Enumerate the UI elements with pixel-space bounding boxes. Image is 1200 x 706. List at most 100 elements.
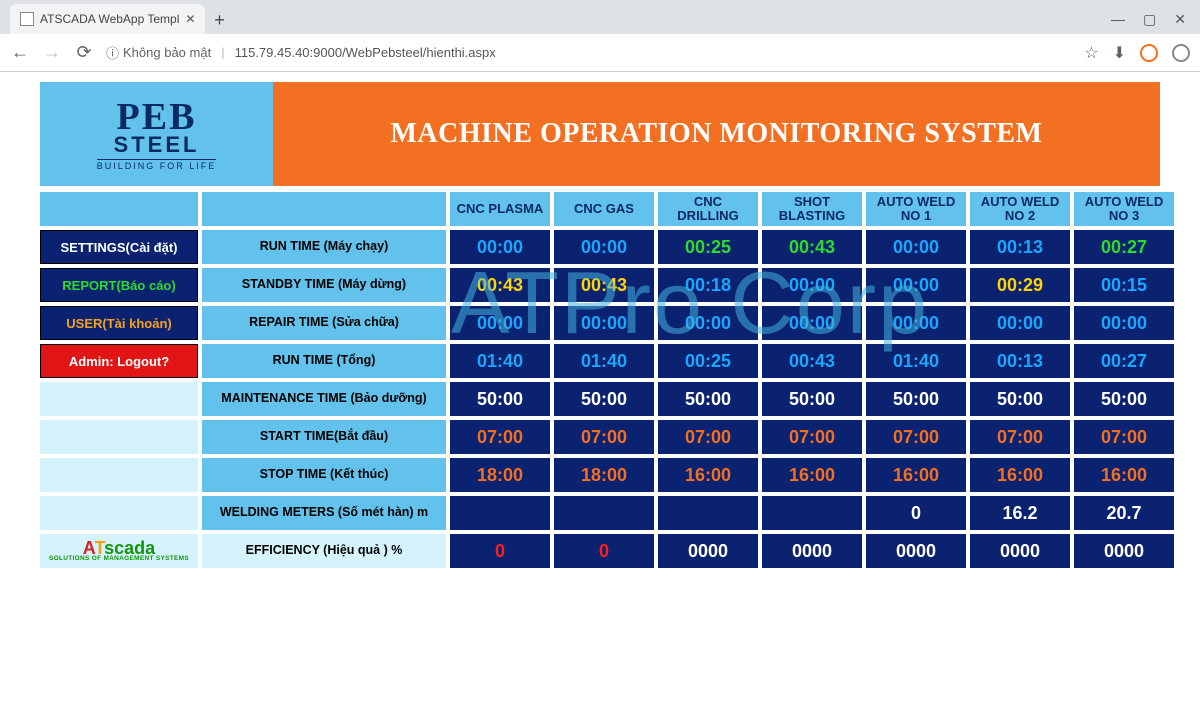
value-r7-c0 — [450, 496, 550, 530]
peb-logo-line1: PEB — [97, 98, 217, 136]
sidebar-empty — [40, 420, 198, 454]
value-r7-c1 — [554, 496, 654, 530]
settings-button[interactable]: SETTINGS(Cài đặt) — [40, 230, 198, 264]
value-r8-c5: 0000 — [970, 534, 1070, 568]
value-r7-c3 — [762, 496, 862, 530]
value-r5-c6: 07:00 — [1074, 420, 1174, 454]
tab-bar: ATSCADA WebApp Templ ✕ + — ▢ ✕ — [0, 0, 1200, 34]
value-r6-c4: 16:00 — [866, 458, 966, 492]
browser-chrome: ATSCADA WebApp Templ ✕ + — ▢ ✕ ← → ⟳ ⓘ K… — [0, 0, 1200, 72]
insecure-badge: ⓘ Không bảo mật — [106, 43, 211, 62]
value-r3-c0: 01:40 — [450, 344, 550, 378]
new-tab-button[interactable]: + — [205, 6, 233, 34]
value-r8-c4: 0000 — [866, 534, 966, 568]
url-text: 115.79.45.40:9000/WebPebsteel/hienthi.as… — [235, 45, 496, 60]
value-r8-c1: 0 — [554, 534, 654, 568]
value-r0-c5: 00:13 — [970, 230, 1070, 264]
data-grid: CNC PLASMACNC GASCNC DRILLINGSHOT BLASTI… — [40, 192, 1160, 568]
page-content: PEB STEEL BUILDING FOR LIFE MACHINE OPER… — [0, 72, 1200, 578]
value-r7-c6: 20.7 — [1074, 496, 1174, 530]
value-r4-c3: 50:00 — [762, 382, 862, 416]
close-window-icon[interactable]: ✕ — [1174, 11, 1186, 28]
header-band: PEB STEEL BUILDING FOR LIFE MACHINE OPER… — [40, 82, 1160, 186]
value-r6-c1: 18:00 — [554, 458, 654, 492]
value-r4-c1: 50:00 — [554, 382, 654, 416]
column-header-5: AUTO WELD NO 2 — [970, 192, 1070, 226]
row-label-4: MAINTENANCE TIME (Bảo dưỡng) — [202, 382, 446, 416]
value-r3-c5: 00:13 — [970, 344, 1070, 378]
value-r2-c6: 00:00 — [1074, 306, 1174, 340]
value-r3-c2: 00:25 — [658, 344, 758, 378]
value-r5-c2: 07:00 — [658, 420, 758, 454]
value-r2-c4: 00:00 — [866, 306, 966, 340]
value-r4-c4: 50:00 — [866, 382, 966, 416]
value-r0-c0: 00:00 — [450, 230, 550, 264]
page-title: MACHINE OPERATION MONITORING SYSTEM — [273, 82, 1160, 186]
value-r2-c0: 00:00 — [450, 306, 550, 340]
logout-button[interactable]: Admin: Logout? — [40, 344, 198, 378]
value-r0-c2: 00:25 — [658, 230, 758, 264]
close-tab-icon[interactable]: ✕ — [185, 12, 195, 26]
value-r1-c3: 00:00 — [762, 268, 862, 302]
sidebar-empty — [40, 458, 198, 492]
row-label-1: STANDBY TIME (Máy dừng) — [202, 268, 446, 302]
value-r8-c2: 0000 — [658, 534, 758, 568]
value-r0-c1: 00:00 — [554, 230, 654, 264]
insecure-label: Không bảo mật — [123, 45, 211, 60]
value-r3-c6: 00:27 — [1074, 344, 1174, 378]
download-icon[interactable]: ⬇ — [1113, 43, 1126, 63]
value-r5-c4: 07:00 — [866, 420, 966, 454]
value-r6-c2: 16:00 — [658, 458, 758, 492]
star-icon[interactable]: ☆ — [1084, 43, 1098, 63]
forward-button[interactable]: → — [42, 42, 62, 63]
value-r3-c4: 01:40 — [866, 344, 966, 378]
report-button[interactable]: REPORT(Báo cáo) — [40, 268, 198, 302]
value-r7-c4: 0 — [866, 496, 966, 530]
info-icon: ⓘ — [106, 43, 119, 62]
value-r8-c3: 0000 — [762, 534, 862, 568]
reload-button[interactable]: ⟳ — [74, 42, 94, 63]
column-header-0: CNC PLASMA — [450, 192, 550, 226]
column-header-6: AUTO WELD NO 3 — [1074, 192, 1174, 226]
value-r6-c5: 16:00 — [970, 458, 1070, 492]
back-button[interactable]: ← — [10, 42, 30, 63]
header-spacer-2 — [202, 192, 446, 226]
browser-tab[interactable]: ATSCADA WebApp Templ ✕ — [10, 4, 205, 34]
row-label-2: REPAIR TIME (Sửa chữa) — [202, 306, 446, 340]
value-r3-c3: 00:43 — [762, 344, 862, 378]
profile-icon[interactable] — [1172, 44, 1190, 62]
value-r1-c1: 00:43 — [554, 268, 654, 302]
peb-logo-line3: BUILDING FOR LIFE — [97, 159, 217, 171]
value-r8-c0: 0 — [450, 534, 550, 568]
value-r4-c5: 50:00 — [970, 382, 1070, 416]
row-label-5: START TIME(Bắt đầu) — [202, 420, 446, 454]
peb-logo: PEB STEEL BUILDING FOR LIFE — [40, 82, 273, 186]
row-label-7: WELDING METERS (Số mét hàn) m — [202, 496, 446, 530]
sidebar-empty — [40, 496, 198, 530]
value-r5-c1: 07:00 — [554, 420, 654, 454]
value-r6-c0: 18:00 — [450, 458, 550, 492]
minimize-icon[interactable]: — — [1111, 11, 1125, 27]
value-r2-c2: 00:00 — [658, 306, 758, 340]
maximize-icon[interactable]: ▢ — [1143, 11, 1156, 28]
window-controls: — ▢ ✕ — [1097, 4, 1200, 34]
value-r1-c0: 00:43 — [450, 268, 550, 302]
atscada-logo: ATscadaSOLUTIONS OF MANAGEMENT SYSTEMS — [40, 534, 198, 568]
user-button[interactable]: USER(Tài khoản) — [40, 306, 198, 340]
tab-title: ATSCADA WebApp Templ — [40, 12, 179, 26]
value-r7-c5: 16.2 — [970, 496, 1070, 530]
column-header-1: CNC GAS — [554, 192, 654, 226]
extension-icon[interactable] — [1140, 44, 1158, 62]
value-r6-c6: 16:00 — [1074, 458, 1174, 492]
value-r4-c0: 50:00 — [450, 382, 550, 416]
column-header-2: CNC DRILLING — [658, 192, 758, 226]
value-r5-c5: 07:00 — [970, 420, 1070, 454]
value-r2-c1: 00:00 — [554, 306, 654, 340]
value-r1-c2: 00:18 — [658, 268, 758, 302]
sidebar-empty — [40, 382, 198, 416]
value-r2-c5: 00:00 — [970, 306, 1070, 340]
value-r4-c2: 50:00 — [658, 382, 758, 416]
value-r1-c4: 00:00 — [866, 268, 966, 302]
address-bar[interactable]: ⓘ Không bảo mật | 115.79.45.40:9000/WebP… — [106, 43, 1072, 62]
column-header-3: SHOT BLASTING — [762, 192, 862, 226]
